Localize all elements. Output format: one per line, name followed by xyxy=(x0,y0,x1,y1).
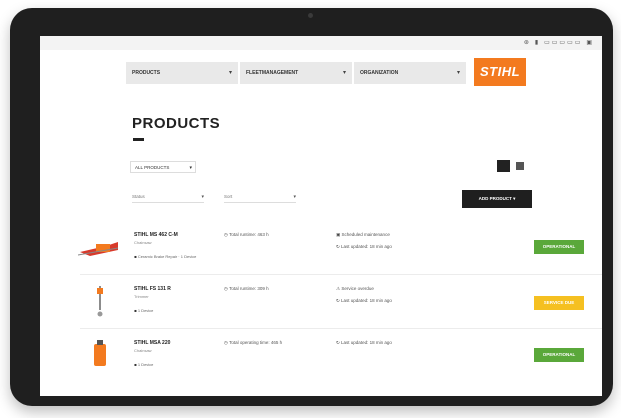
system-status-bar: ⊛ ▮ ▭▭▭▭▭ ▣ xyxy=(40,36,602,50)
sort-select[interactable]: Sort ▾ xyxy=(224,192,296,203)
updated-value: Last updated: 18 min ago xyxy=(341,298,392,303)
product-meta-text: Ceramic Brake Repair · 1 Device xyxy=(137,254,197,259)
add-product-label: ADD PRODUCT xyxy=(478,196,512,201)
all-products-filter[interactable]: ALL PRODUCTS ▾ xyxy=(130,161,196,173)
add-product-button[interactable]: ADD PRODUCT ▾ xyxy=(462,190,532,208)
status-badge[interactable]: SERVICE DUE xyxy=(534,296,584,310)
page-title: PRODUCTS xyxy=(132,115,221,132)
maintenance-value: Scheduled maintenance xyxy=(341,232,390,237)
tag-icon: ▪ xyxy=(134,308,137,313)
nav-item-fleetmanagement[interactable]: FLEETMANAGEMENT ▾ xyxy=(240,62,352,84)
wrench-icon: ▣ xyxy=(336,233,341,238)
runtime-value: Total runtime: 463 h xyxy=(229,232,269,237)
chevron-down-icon: ▾ xyxy=(342,69,346,76)
chevron-down-icon: ▾ xyxy=(189,165,192,171)
runtime-text: ◷ Total operating time: 465 h xyxy=(224,340,282,346)
chevron-down-icon: ▾ xyxy=(456,69,460,76)
maintenance-text: ▣ Scheduled maintenance xyxy=(336,232,390,238)
status-badge[interactable]: OPERATIONAL xyxy=(534,348,584,362)
filter-label: ALL PRODUCTS xyxy=(135,165,170,170)
status-select[interactable]: Status ▾ xyxy=(132,192,204,203)
chainsaw-thumbnail xyxy=(78,242,119,256)
app-screen: ⊛ ▮ ▭▭▭▭▭ ▣ PRODUCTS ▾ FLEETMANAGEMENT ▾… xyxy=(40,36,602,396)
warning-icon: ⚠ xyxy=(336,287,341,292)
table-row[interactable]: STIHL MSA 220 Chainsaw ▪ 1 Device ◷ Tota… xyxy=(80,330,602,382)
tag-icon: ▪ xyxy=(134,254,137,259)
product-name[interactable]: STIHL MSA 220 xyxy=(134,340,170,346)
runtime-value: Total operating time: 465 h xyxy=(229,340,283,345)
product-name[interactable]: STIHL FS 131 R xyxy=(134,286,171,292)
updated-text: ↻ Last updated: 18 min ago xyxy=(336,244,392,250)
refresh-icon: ↻ xyxy=(336,299,340,304)
maintenance-value: Service overdue xyxy=(341,286,374,291)
nav-item-label: FLEETMANAGEMENT xyxy=(246,70,299,76)
camera-icon xyxy=(308,13,313,18)
refresh-icon: ↻ xyxy=(336,341,340,346)
grid-view-button[interactable] xyxy=(516,162,524,170)
runtime-value: Total runtime: 309 h xyxy=(229,286,269,291)
trimmer-thumbnail xyxy=(97,286,103,317)
table-row[interactable]: STIHL MS 462 C-M Chainsaw ▪ Ceramic Brak… xyxy=(78,222,602,275)
maintenance-text: ⚠ Service overdue xyxy=(336,286,374,292)
runtime-text: ◷ Total runtime: 463 h xyxy=(224,232,269,238)
product-name[interactable]: STIHL MS 462 C-M xyxy=(134,232,178,238)
status-badge[interactable]: OPERATIONAL xyxy=(534,240,584,254)
nav-item-organization[interactable]: ORGANIZATION ▾ xyxy=(354,62,466,84)
chevron-down-icon: ▾ xyxy=(201,194,204,200)
clock-icon: ◷ xyxy=(224,341,228,346)
nav-item-label: ORGANIZATION xyxy=(360,70,399,76)
battery-saw-thumbnail xyxy=(94,340,106,366)
nav-item-products[interactable]: PRODUCTS ▾ xyxy=(126,62,238,84)
list-view-button[interactable] xyxy=(497,160,510,172)
product-meta: ▪ 1 Device xyxy=(134,362,153,367)
product-meta-text: 1 Device xyxy=(137,362,154,367)
product-meta-text: 1 Device xyxy=(137,308,154,313)
updated-value: Last updated: 18 min ago xyxy=(341,340,392,345)
chevron-down-icon: ▾ xyxy=(293,194,296,200)
chevron-down-icon: ▾ xyxy=(228,69,232,76)
updated-value: Last updated: 18 min ago xyxy=(341,244,392,249)
title-underline xyxy=(133,138,144,141)
status-icons: ⊛ ▮ ▭▭▭▭▭ ▣ xyxy=(523,39,594,46)
updated-text: ↻ Last updated: 18 min ago xyxy=(336,340,392,346)
product-type: Chainsaw xyxy=(134,348,152,353)
product-type: Chainsaw xyxy=(134,240,152,245)
product-type: Trimmer xyxy=(134,294,149,299)
clock-icon: ◷ xyxy=(224,233,228,238)
refresh-icon: ↻ xyxy=(336,245,340,250)
tag-icon: ▪ xyxy=(134,362,137,367)
updated-text: ↻ Last updated: 18 min ago xyxy=(336,298,392,304)
nav-item-label: PRODUCTS xyxy=(132,70,161,76)
sort-select-value: Sort xyxy=(224,194,233,199)
tablet-device: ⊛ ▮ ▭▭▭▭▭ ▣ PRODUCTS ▾ FLEETMANAGEMENT ▾… xyxy=(10,8,613,406)
clock-icon: ◷ xyxy=(224,287,228,292)
product-meta: ▪ Ceramic Brake Repair · 1 Device xyxy=(134,254,196,259)
runtime-text: ◷ Total runtime: 309 h xyxy=(224,286,269,292)
status-select-value: Status xyxy=(132,194,145,199)
product-meta: ▪ 1 Device xyxy=(134,308,153,313)
table-row[interactable]: STIHL FS 131 R Trimmer ▪ 1 Device ◷ Tota… xyxy=(80,276,602,329)
stihl-logo[interactable]: STIHL xyxy=(474,58,526,86)
